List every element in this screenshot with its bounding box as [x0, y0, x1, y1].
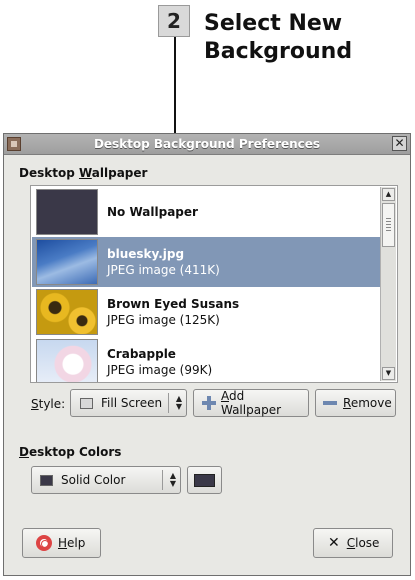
wallpaper-thumbnail [36, 189, 98, 235]
list-item[interactable]: Crabapple JPEG image (99K) [32, 337, 380, 382]
wallpaper-type: JPEG image (99K) [107, 363, 213, 377]
wallpaper-name: Brown Eyed Susans [107, 297, 240, 311]
chevron-updown-icon: ▲ ▼ [175, 394, 182, 411]
color-swatch [194, 473, 215, 487]
title-bar[interactable]: Desktop Background Preferences ✕ [4, 134, 410, 155]
style-select-value: Fill Screen [101, 396, 163, 410]
scroll-down-icon[interactable]: ▼ [382, 367, 395, 380]
style-label: Style: [31, 397, 66, 411]
color-swatch-icon [40, 474, 53, 486]
wallpaper-thumbnail [36, 289, 98, 335]
plus-icon [202, 396, 216, 410]
wallpaper-name: bluesky.jpg [107, 247, 185, 261]
scroll-up-icon[interactable]: ▲ [382, 188, 395, 201]
wallpaper-type: JPEG image (125K) [107, 313, 220, 327]
window-title: Desktop Background Preferences [93, 137, 321, 151]
colors-section-label: Desktop Colors [19, 445, 122, 459]
add-wallpaper-button[interactable]: Add Wallpaper [193, 389, 309, 417]
step-number-badge: 2 [158, 5, 190, 37]
list-scrollbar[interactable]: ▲ ▼ [380, 187, 396, 381]
scroll-thumb[interactable] [382, 203, 395, 247]
style-select[interactable]: Fill Screen ▲ ▼ [70, 389, 187, 417]
wallpaper-name: Crabapple [107, 347, 176, 361]
wallpaper-list[interactable]: No Wallpaper bluesky.jpg JPEG image (411… [30, 185, 398, 383]
wallpaper-thumbnail [36, 239, 98, 285]
help-lifebuoy-icon [36, 535, 52, 551]
close-button[interactable]: ✕ Close [313, 528, 393, 558]
window-close-button[interactable]: ✕ [392, 136, 407, 151]
chevron-updown-icon: ▲ ▼ [169, 471, 176, 488]
close-icon: ✕ [328, 535, 340, 551]
color-mode-select[interactable]: Solid Color ▲ ▼ [31, 466, 181, 494]
wallpaper-name: No Wallpaper [107, 205, 198, 219]
list-item-selected[interactable]: bluesky.jpg JPEG image (411K) [32, 237, 380, 287]
color-mode-value: Solid Color [61, 473, 126, 487]
color-picker-button[interactable] [187, 466, 222, 494]
help-button[interactable]: Help [22, 528, 101, 558]
list-item[interactable]: No Wallpaper [32, 187, 380, 237]
remove-button[interactable]: Remove [315, 389, 396, 417]
callout-text: Select New Background [204, 11, 353, 64]
wallpaper-type: JPEG image (411K) [107, 263, 220, 277]
wallpaper-thumbnail [36, 339, 98, 382]
wallpaper-section-label: Desktop Wallpaper [19, 166, 148, 180]
minus-icon [323, 401, 337, 405]
list-item[interactable]: Brown Eyed Susans JPEG image (125K) [32, 287, 380, 337]
style-swatch-icon [80, 397, 93, 409]
